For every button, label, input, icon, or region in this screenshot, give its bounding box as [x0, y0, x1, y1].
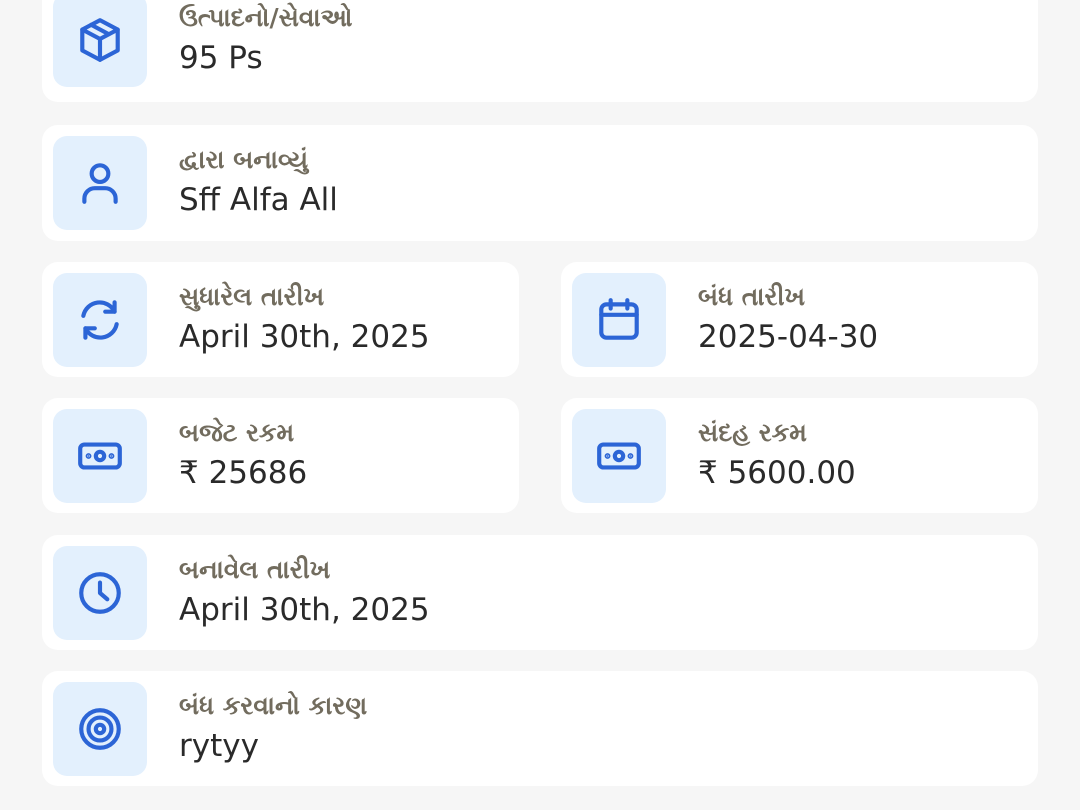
doubt-amount-card: સંદહ રકમ ₹ 5600.00: [561, 398, 1038, 513]
products-text: ઉત્પાદનો/સેવાઓ 95 Ps: [179, 2, 352, 78]
modified-date-value: April 30th, 2025: [179, 319, 430, 355]
created-date-value: April 30th, 2025: [179, 592, 430, 628]
budget-amount-text: બજેટ રકમ ₹ 25686: [179, 417, 307, 493]
close-reason-label: બંધ કરવાનો કારણ: [179, 691, 368, 720]
created-date-card: બનાવેલ તારીખ April 30th, 2025: [42, 535, 1038, 650]
user-icon: [53, 136, 147, 230]
modified-date-label: સુધારેલ તારીખ: [179, 282, 325, 311]
modified-date-card: સુધારેલ તારીખ April 30th, 2025: [42, 262, 519, 377]
refresh-icon: [53, 273, 147, 367]
close-reason-value: rytyy: [179, 728, 259, 764]
cube-icon: [53, 0, 147, 87]
banknote-icon: [53, 409, 147, 503]
products-label: ઉત્પાદનો/સેવાઓ: [179, 3, 353, 32]
close-date-card: બંધ તારીખ 2025-04-30: [561, 262, 1038, 377]
doubt-amount-label: સંદહ રકમ: [698, 418, 807, 447]
banknote-icon: [572, 409, 666, 503]
created-date-text: બનાવેલ તારીખ April 30th, 2025: [179, 554, 430, 630]
products-card: ઉત્પાદનો/સેવાઓ 95 Ps: [42, 0, 1038, 102]
close-reason-text: બંધ કરવાનો કારણ rytyy: [179, 690, 367, 766]
doubt-amount-value: ₹ 5600.00: [698, 455, 856, 491]
budget-amount-value: ₹ 25686: [179, 455, 308, 491]
close-reason-card: બંધ કરવાનો કારણ rytyy: [42, 671, 1038, 786]
target-icon: [53, 682, 147, 776]
doubt-amount-text: સંદહ રકમ ₹ 5600.00: [698, 417, 856, 493]
budget-amount-label: બજેટ રકમ: [179, 418, 295, 447]
calendar-icon: [572, 273, 666, 367]
created-date-label: બનાવેલ તારીખ: [179, 555, 331, 584]
modified-date-text: સુધારેલ તારીખ April 30th, 2025: [179, 281, 430, 357]
budget-amount-card: બજેટ રકમ ₹ 25686: [42, 398, 519, 513]
close-date-label: બંધ તારીખ: [698, 282, 806, 311]
created-by-value: Sff Alfa All: [179, 182, 338, 218]
created-by-card: દ્વારા બનાવ્યું Sff Alfa All: [42, 125, 1038, 241]
created-by-label: દ્વારા બનાવ્યું: [179, 145, 309, 174]
clock-icon: [53, 546, 147, 640]
created-by-text: દ્વારા બનાવ્યું Sff Alfa All: [179, 144, 338, 220]
products-value: 95 Ps: [179, 40, 263, 76]
close-date-text: બંધ તારીખ 2025-04-30: [698, 281, 878, 357]
close-date-value: 2025-04-30: [698, 319, 879, 355]
